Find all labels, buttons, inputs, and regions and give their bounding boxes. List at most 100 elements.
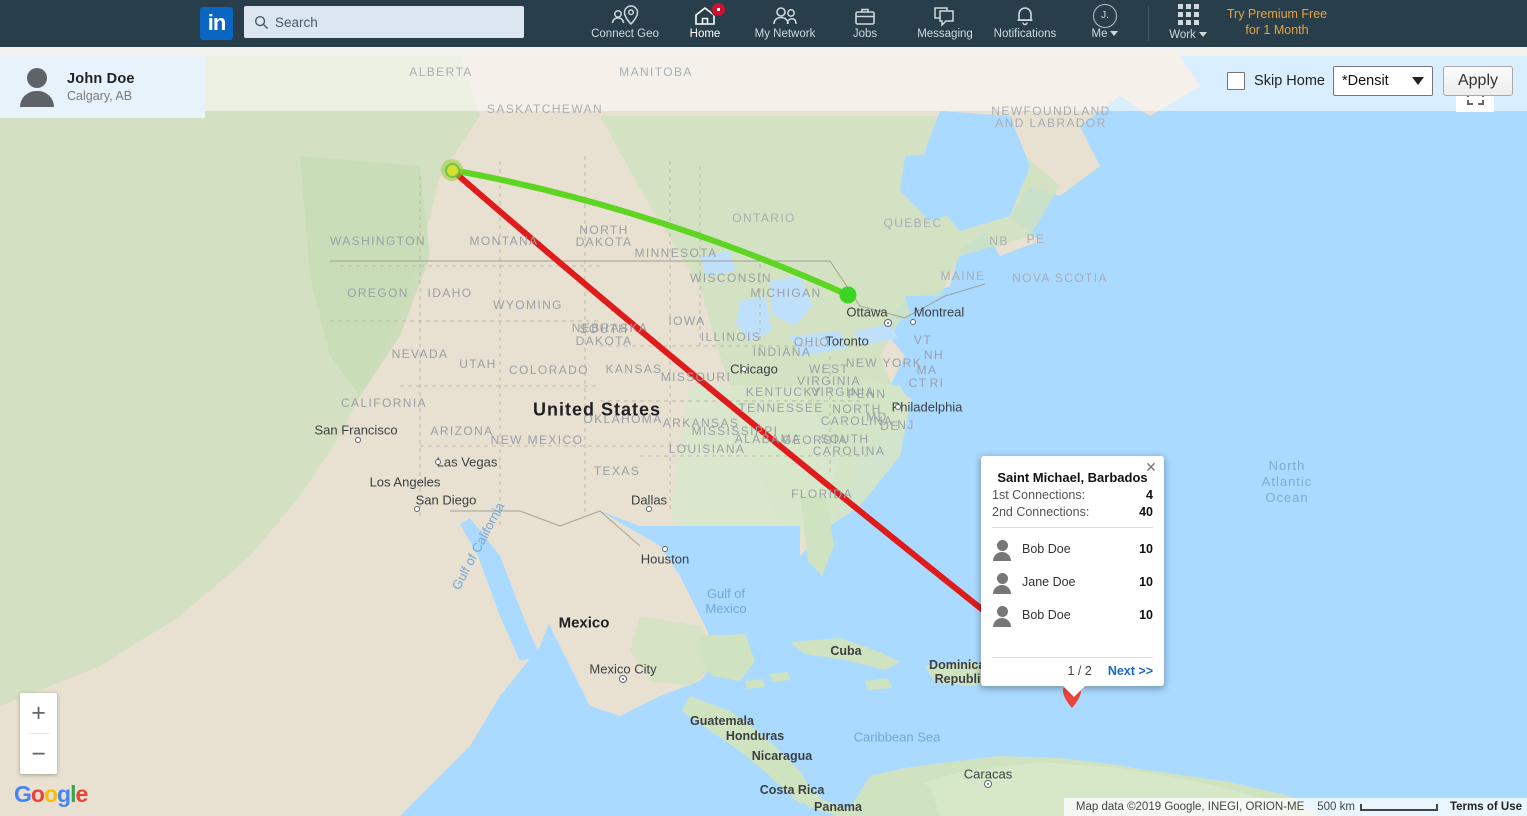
map-data-attribution: Map data ©2019 Google, INEGI, ORION-ME xyxy=(1075,801,1305,813)
message-icon xyxy=(932,4,958,27)
header-divider xyxy=(1148,6,1149,41)
stat-row-first: 1st Connections: 4 xyxy=(981,488,1164,502)
next-page-link[interactable]: Next >> xyxy=(1108,664,1153,678)
user-location: Calgary, AB xyxy=(67,89,133,103)
map-attribution-bar: Map data ©2019 Google, INEGI, ORION-ME 5… xyxy=(1063,798,1527,816)
map-city-dot xyxy=(414,506,420,512)
nav-items: Connect Geo Home My Network Jobs Messagi… xyxy=(585,0,1145,47)
nav-item-notifications[interactable]: Notifications xyxy=(985,0,1065,47)
terms-of-use-link[interactable]: Terms of Use xyxy=(1444,801,1522,813)
stat-label-first: 1st Connections: xyxy=(992,488,1086,502)
list-item[interactable]: Bob Doe 10 xyxy=(992,532,1153,565)
grid-apps-icon xyxy=(1177,4,1199,25)
map-city-dot xyxy=(662,546,668,552)
nav-label-my-network: My Network xyxy=(754,28,816,40)
map-city-dot xyxy=(619,675,627,683)
close-icon[interactable]: ✕ xyxy=(1143,459,1159,475)
map-city-dot xyxy=(895,404,901,410)
stat-value-first: 4 xyxy=(1146,488,1153,502)
person-count: 10 xyxy=(1139,541,1153,556)
me-avatar-initial: J. xyxy=(1093,3,1117,28)
nav-item-home[interactable]: Home xyxy=(665,0,745,47)
user-avatar-icon xyxy=(992,539,1012,561)
route-red xyxy=(449,167,1075,684)
connection-routes xyxy=(449,167,1075,684)
chevron-down-icon xyxy=(1198,32,1207,38)
bell-icon xyxy=(1014,4,1036,27)
people-icon xyxy=(771,4,799,27)
google-logo-letter-3: g xyxy=(57,781,71,807)
map-city-dot xyxy=(435,459,441,465)
location-info-window[interactable]: ✕ Saint Michael, Barbados 1st Connection… xyxy=(981,456,1164,697)
premium-line-2: for 1 Month xyxy=(1245,23,1309,37)
zoom-out-button[interactable]: − xyxy=(20,734,57,774)
map-filter-controls: Skip Home *Densit Apply xyxy=(1227,66,1513,96)
stat-value-second: 40 xyxy=(1139,505,1153,519)
google-map[interactable]: ALBERTA MANITOBA SASKATCHEWAN ONTARIO QUEBEC… xyxy=(0,56,1527,816)
user-avatar-icon xyxy=(992,605,1012,627)
notification-badge-home xyxy=(711,2,726,17)
avatar-icon: J. xyxy=(1093,3,1117,28)
nav-label-messaging: Messaging xyxy=(917,28,973,40)
skip-home-checkbox[interactable] xyxy=(1227,72,1246,90)
stat-label-second: 2nd Connections: xyxy=(992,505,1090,519)
info-window-footer: 1 / 2 Next >> xyxy=(992,657,1153,678)
density-select[interactable]: *Densit xyxy=(1332,66,1433,96)
nav-item-me[interactable]: J. Me xyxy=(1065,0,1145,47)
google-logo-letter-5: e xyxy=(75,781,88,807)
chevron-down-icon xyxy=(1411,77,1424,85)
user-profile-card[interactable]: John Doe Calgary, AB xyxy=(0,56,205,118)
nav-label-me: Me xyxy=(1092,28,1119,40)
premium-line-1: Try Premium Free xyxy=(1226,7,1328,21)
marker-toronto[interactable] xyxy=(839,286,857,304)
map-zoom-controls[interactable]: + − xyxy=(20,693,57,774)
map-city-dot xyxy=(910,319,916,325)
zoom-in-button[interactable]: + xyxy=(20,693,57,733)
origin-marker-calgary[interactable] xyxy=(441,159,463,181)
try-premium-link[interactable]: Try Premium Free for 1 Month xyxy=(1222,6,1332,38)
google-logo: Google xyxy=(14,781,88,808)
person-count: 10 xyxy=(1139,574,1153,589)
nav-label-home: Home xyxy=(689,28,721,40)
map-city-dot xyxy=(355,437,361,443)
search-bar[interactable] xyxy=(244,6,524,38)
briefcase-icon xyxy=(853,4,877,27)
person-name: Bob Doe xyxy=(1022,541,1071,556)
route-green xyxy=(449,167,851,298)
work-menu[interactable]: Work xyxy=(1157,4,1219,41)
nav-item-jobs[interactable]: Jobs xyxy=(825,0,905,47)
user-avatar-icon xyxy=(992,572,1012,594)
map-city-dot xyxy=(646,506,652,512)
linkedin-logo[interactable]: in xyxy=(200,7,233,40)
list-item[interactable]: Jane Doe 10 xyxy=(992,565,1153,598)
person-name: Jane Doe xyxy=(1022,574,1076,589)
apply-button[interactable]: Apply xyxy=(1442,66,1513,96)
map-scale: 500 km xyxy=(1311,801,1444,813)
scale-bar xyxy=(1359,803,1438,811)
work-label: Work xyxy=(1169,29,1207,41)
nav-label-notifications: Notifications xyxy=(993,28,1057,40)
skip-home-label: Skip Home xyxy=(1254,73,1325,89)
top-navigation-bar: in Connect Geo xyxy=(0,0,1527,47)
google-logo-letter-1: o xyxy=(30,781,45,807)
user-name: John Doe xyxy=(67,71,135,87)
nav-label-jobs: Jobs xyxy=(852,28,878,40)
nav-item-connect-geo[interactable]: Connect Geo xyxy=(585,0,665,47)
chevron-down-icon xyxy=(1110,31,1119,37)
stat-row-second: 2nd Connections: 40 xyxy=(981,505,1164,519)
map-city-dot xyxy=(741,366,747,372)
map-city-dot xyxy=(884,319,892,327)
list-item[interactable]: Bob Doe 10 xyxy=(992,598,1153,631)
people-list: Bob Doe 10 Jane Doe 10 Bob Doe 10 xyxy=(981,528,1164,631)
person-count: 10 xyxy=(1139,607,1153,622)
page-indicator: 1 / 2 xyxy=(1067,664,1092,678)
scale-label: 500 km xyxy=(1317,801,1355,813)
google-logo-letter-2: o xyxy=(43,781,58,807)
person-pin-icon xyxy=(610,4,640,27)
google-logo-letter-0: G xyxy=(14,781,32,807)
nav-item-my-network[interactable]: My Network xyxy=(745,0,825,47)
person-name: Bob Doe xyxy=(1022,607,1071,622)
search-input[interactable] xyxy=(275,14,505,30)
nav-item-messaging[interactable]: Messaging xyxy=(905,0,985,47)
info-window-title: Saint Michael, Barbados xyxy=(997,470,1148,485)
